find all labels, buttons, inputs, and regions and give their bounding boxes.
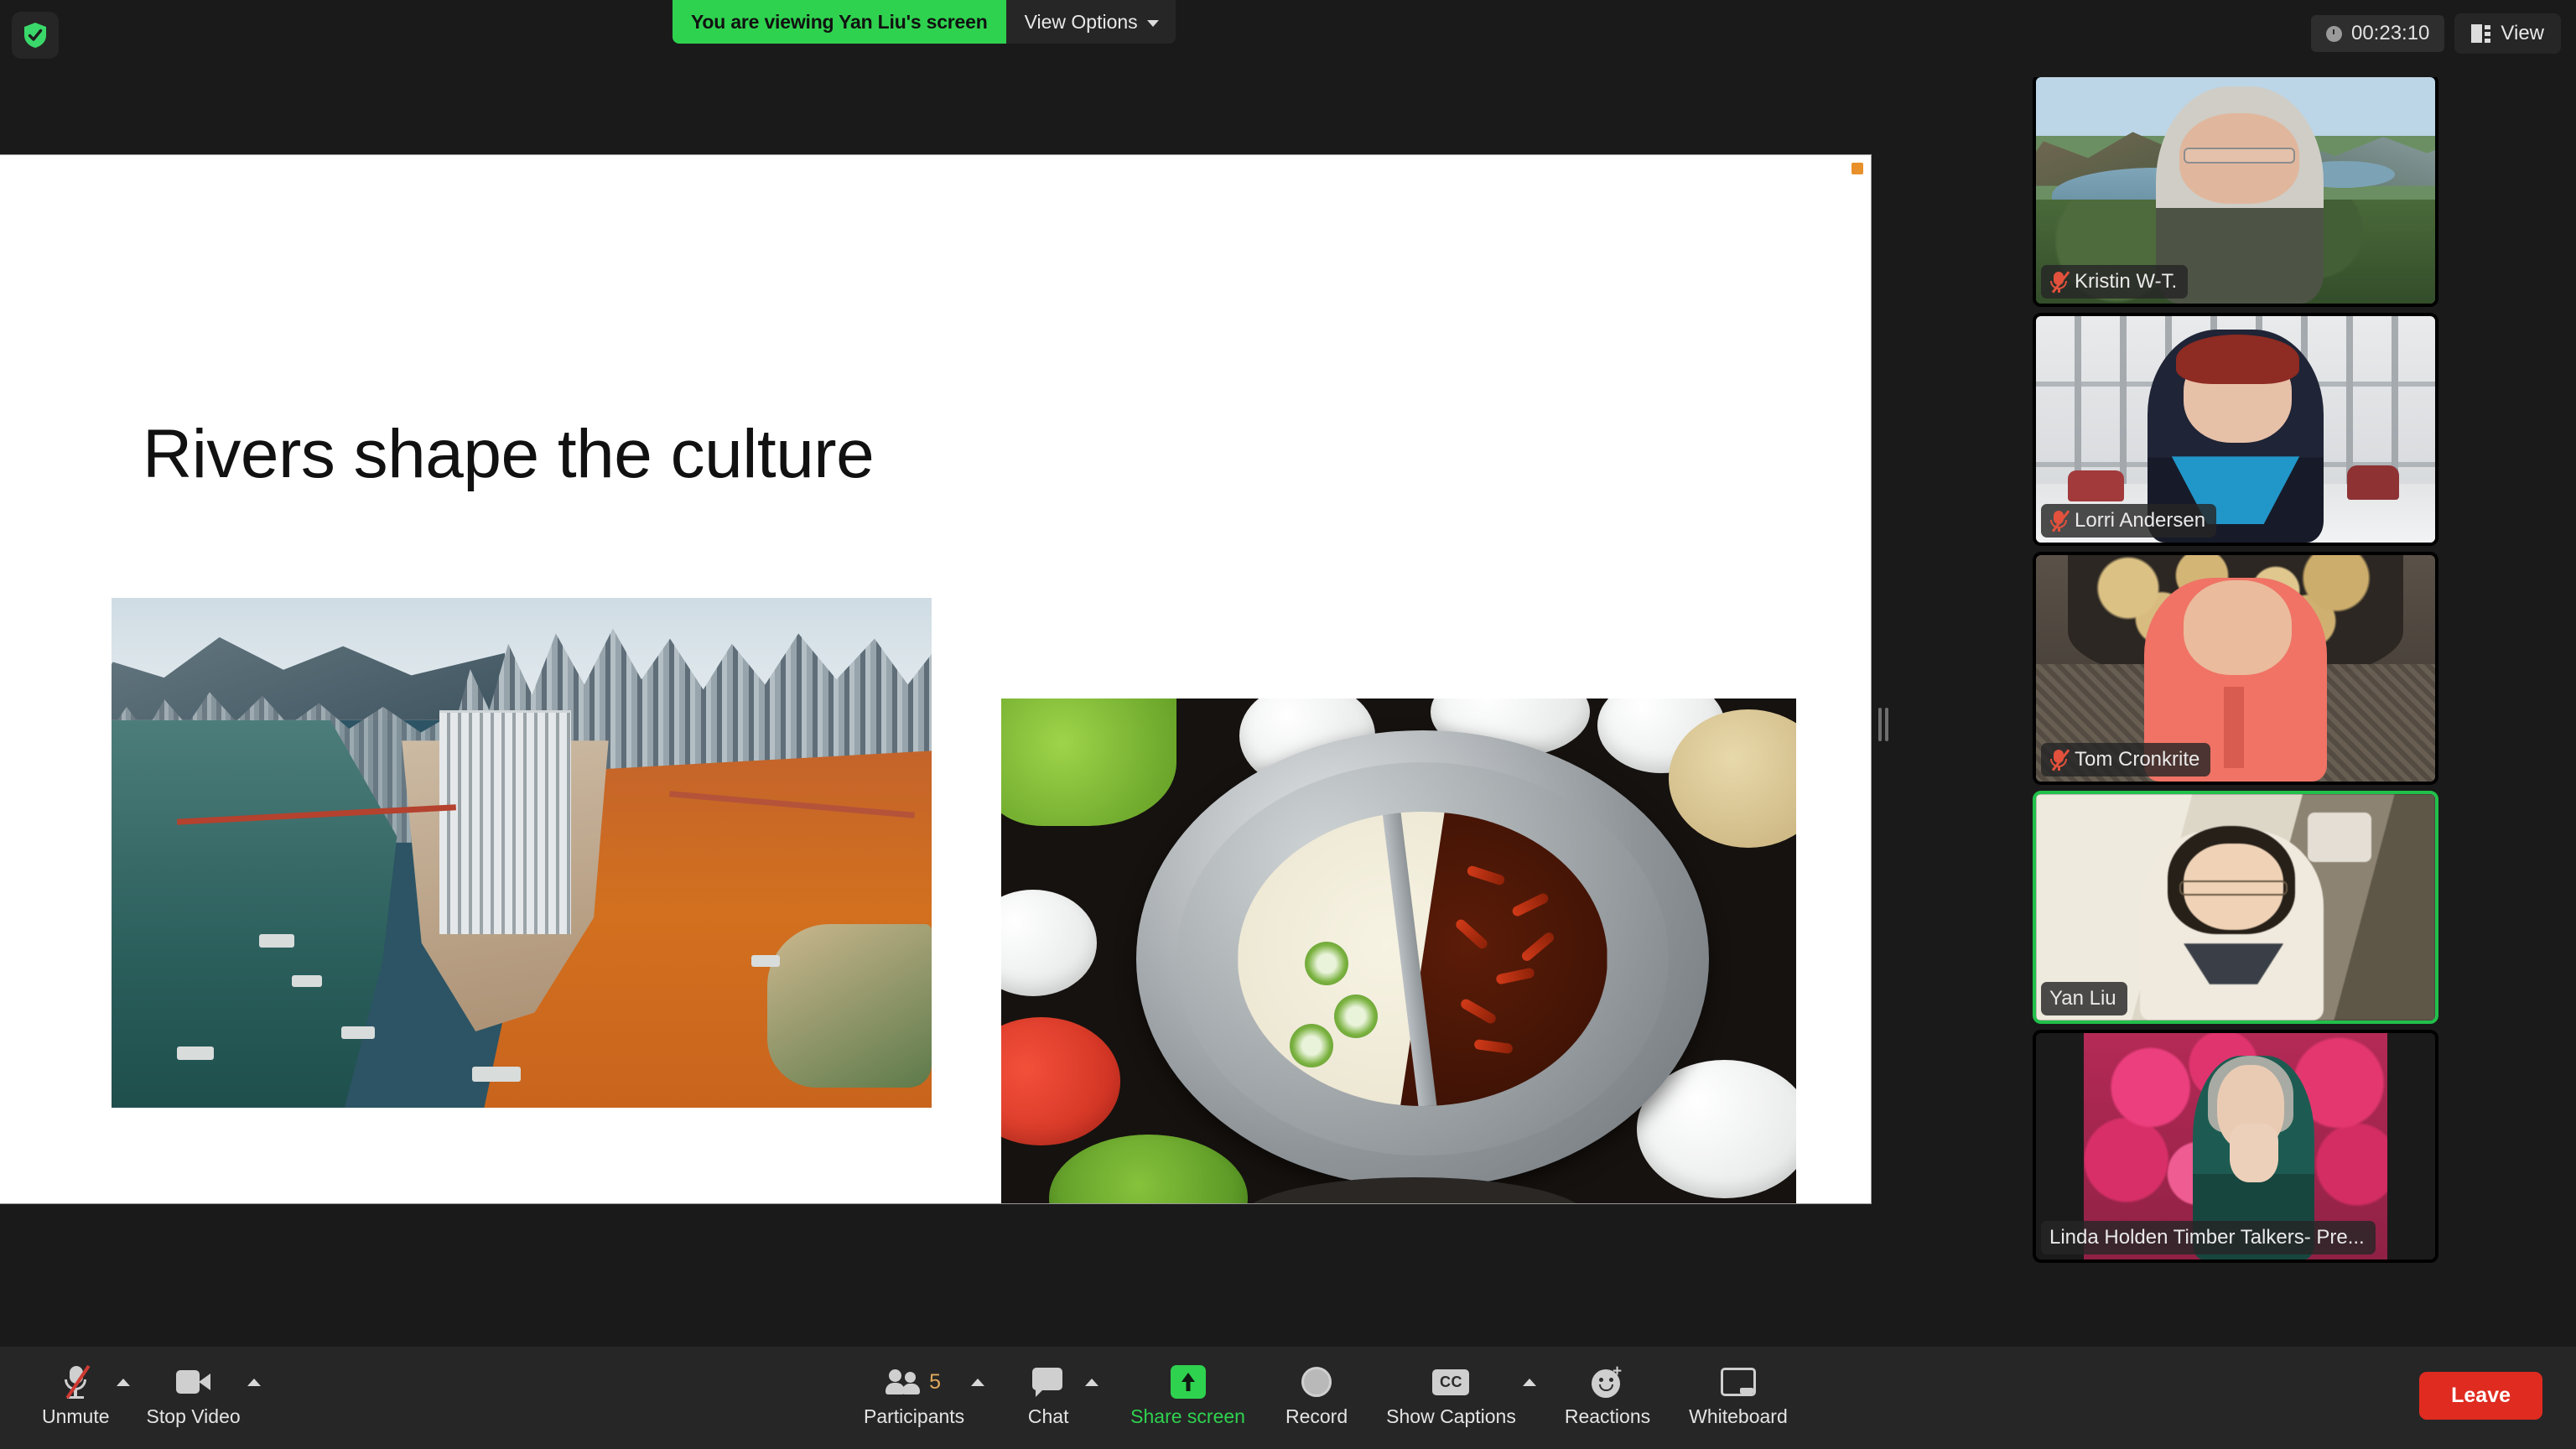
participant-name: Lorri Andersen (2075, 509, 2206, 532)
participants-control: 5 Participants (855, 1360, 985, 1428)
chat-control: Chat (1010, 1360, 1099, 1428)
participant-tile[interactable]: Lorri Andersen (2033, 313, 2438, 546)
captions-menu-chevron-up-icon[interactable] (1522, 1379, 1536, 1386)
chevron-down-icon (1146, 19, 1159, 27)
zoom-meeting-window: You are viewing Yan Liu's screen View Op… (0, 0, 2576, 1449)
participant-name-bar: Linda Holden Timber Talkers- Pre... (2041, 1221, 2376, 1254)
chat-button[interactable]: Chat (1010, 1360, 1087, 1428)
unmute-label: Unmute (42, 1405, 110, 1427)
whiteboard-icon (1720, 1368, 1756, 1396)
participant-name: Tom Cronkrite (2075, 748, 2200, 771)
chat-menu-chevron-up-icon[interactable] (1085, 1379, 1099, 1386)
record-label: Record (1285, 1405, 1348, 1427)
smiley-plus-icon: + (1591, 1363, 1623, 1398)
show-captions-button[interactable]: CC Show Captions (1378, 1360, 1524, 1428)
view-layout-button[interactable]: View (2454, 13, 2561, 54)
chinese-hotpot-photo (1001, 699, 1796, 1203)
whiteboard-label: Whiteboard (1689, 1405, 1788, 1427)
slide-marker-dot (1852, 163, 1863, 174)
participants-count: 5 (929, 1369, 942, 1394)
record-circle-icon (1301, 1367, 1332, 1397)
mic-muted-icon (2049, 270, 2070, 293)
participant-name-bar: Lorri Andersen (2041, 504, 2217, 538)
layout-icon (2471, 24, 2491, 43)
participant-name: Yan Liu (2049, 987, 2116, 1010)
presentation-slide: Rivers shape the culture (0, 155, 1871, 1203)
participant-name-bar: Tom Cronkrite (2041, 743, 2211, 776)
whiteboard-button[interactable]: Whiteboard (1680, 1360, 1796, 1428)
share-screen-icon (1170, 1365, 1206, 1399)
stop-video-label: Stop Video (146, 1405, 241, 1427)
unmute-button[interactable]: Unmute (34, 1360, 118, 1428)
participant-name: Linda Holden Timber Talkers- Pre... (2049, 1226, 2365, 1249)
reactions-label: Reactions (1564, 1405, 1651, 1427)
participants-menu-chevron-up-icon[interactable] (971, 1379, 985, 1386)
toolbar-center-group: 5 Participants Chat Share screen Record … (855, 1360, 1796, 1428)
participant-name-bar: Yan Liu (2041, 982, 2127, 1015)
chongqing-river-confluence-photo (112, 598, 932, 1108)
participant-tile[interactable]: Kristin W-T. (2033, 74, 2438, 307)
view-options-label: View Options (1024, 10, 1138, 33)
stop-video-button[interactable]: Stop Video (138, 1360, 249, 1428)
camera-icon (175, 1370, 211, 1394)
clock-icon (2325, 25, 2342, 42)
meeting-timer: 00:23:10 (2310, 15, 2445, 52)
participant-tile[interactable]: Tom Cronkrite (2033, 552, 2438, 785)
view-options-button[interactable]: View Options (1005, 0, 1176, 44)
top-right-controls: 00:23:10 View (2310, 13, 2561, 54)
mic-menu-chevron-up-icon[interactable] (116, 1379, 130, 1386)
top-bar: You are viewing Yan Liu's screen View Op… (0, 0, 2576, 77)
shared-screen-area[interactable]: Rivers shape the culture (0, 154, 1872, 1204)
captions-control: CC Show Captions (1378, 1360, 1536, 1428)
mic-control: Unmute (34, 1360, 130, 1428)
chat-label: Chat (1027, 1405, 1069, 1427)
viewing-notice: You are viewing Yan Liu's screen (673, 0, 1006, 44)
chat-bubble-icon (1032, 1368, 1064, 1397)
participant-name: Kristin W-T. (2075, 270, 2178, 293)
participant-video-strip: Kristin W-T. Lorri Andersen Tom Cronkrit… (2033, 74, 2438, 1263)
record-button[interactable]: Record (1277, 1360, 1356, 1428)
mic-muted-icon (2049, 748, 2070, 771)
meeting-toolbar: Unmute Stop Video 5 Participants Chat Sh… (0, 1347, 2576, 1449)
microphone-muted-icon (61, 1364, 91, 1400)
share-resize-handle[interactable] (1877, 707, 1890, 742)
meeting-timer-value: 00:23:10 (2350, 22, 2430, 44)
mic-muted-icon (2049, 509, 2070, 532)
toolbar-left-group: Unmute Stop Video (34, 1360, 261, 1428)
people-icon (886, 1369, 924, 1394)
slide-title: Rivers shape the culture (143, 416, 875, 492)
share-screen-label: Share screen (1130, 1405, 1245, 1427)
video-control: Stop Video (138, 1360, 261, 1428)
closed-captions-icon: CC (1432, 1368, 1470, 1395)
reactions-button[interactable]: + Reactions (1556, 1360, 1659, 1428)
screen-share-banner: You are viewing Yan Liu's screen View Op… (673, 0, 1176, 44)
share-screen-button[interactable]: Share screen (1122, 1360, 1254, 1428)
participants-button[interactable]: 5 Participants (855, 1360, 973, 1428)
view-button-label: View (2501, 22, 2544, 44)
shield-check-icon (24, 23, 46, 48)
participants-label: Participants (864, 1405, 965, 1427)
encryption-shield-button[interactable] (12, 12, 59, 59)
participant-name-bar: Kristin W-T. (2041, 265, 2189, 299)
leave-button[interactable]: Leave (2419, 1372, 2542, 1420)
show-captions-label: Show Captions (1386, 1405, 1516, 1427)
video-menu-chevron-up-icon[interactable] (247, 1379, 261, 1386)
participant-tile-active-speaker[interactable]: Yan Liu (2033, 791, 2438, 1024)
participant-tile[interactable]: Linda Holden Timber Talkers- Pre... (2033, 1030, 2438, 1263)
